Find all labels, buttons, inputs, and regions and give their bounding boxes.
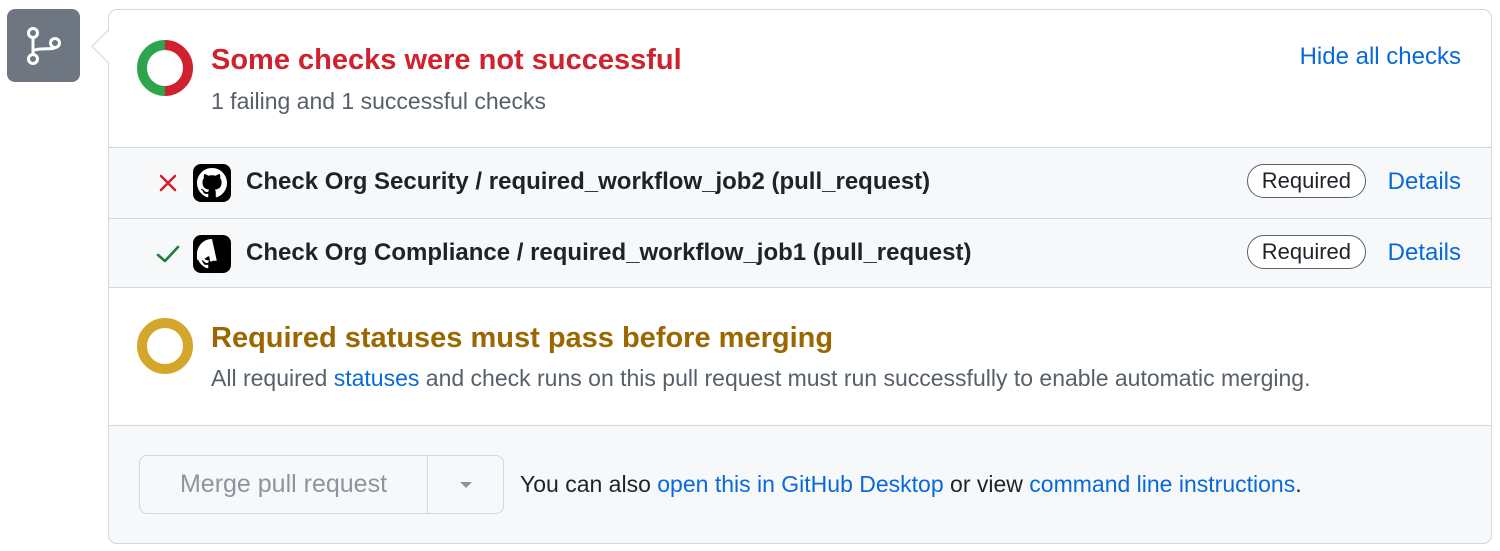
- required-statuses-title: Required statuses must pass before mergi…: [211, 322, 834, 354]
- merge-text-mid: or view: [943, 471, 1030, 497]
- github-logo-icon: [193, 164, 231, 202]
- required-statuses-description: All required statuses and check runs on …: [211, 365, 1310, 392]
- checks-status-donut-icon: [137, 40, 193, 96]
- pending-status-ring-icon: [137, 318, 193, 374]
- merge-text-end: .: [1295, 471, 1302, 497]
- statuses-link[interactable]: statuses: [334, 365, 420, 391]
- checks-subtitle: 1 failing and 1 successful checks: [211, 88, 546, 114]
- command-line-instructions-link[interactable]: command line instructions: [1029, 471, 1295, 497]
- github-logo-icon: [193, 235, 231, 273]
- git-merge-icon-box: [7, 9, 80, 82]
- details-link[interactable]: Details: [1388, 168, 1461, 196]
- desc-text-before: All required: [211, 365, 334, 391]
- hide-all-checks-link[interactable]: Hide all checks: [1300, 43, 1461, 71]
- required-badge: Required: [1246, 164, 1366, 198]
- check-icon: [155, 241, 181, 267]
- open-in-github-desktop-link[interactable]: open this in GitHub Desktop: [657, 471, 943, 497]
- merge-alternatives-text: You can also open this in GitHub Desktop…: [520, 471, 1302, 498]
- checks-list: Check Org Security / required_workflow_j…: [109, 147, 1491, 288]
- check-row: Check Org Compliance / required_workflow…: [109, 218, 1491, 289]
- merge-options-dropdown-button[interactable]: [428, 456, 503, 513]
- git-branch-icon: [26, 26, 61, 65]
- checks-summary: Some checks were not successful 1 failin…: [109, 10, 1491, 147]
- check-name: Check Org Compliance / required_workflow…: [246, 239, 972, 266]
- merge-text-before: You can also: [520, 471, 658, 497]
- merge-pull-request-button[interactable]: Merge pull request: [140, 456, 428, 513]
- x-icon: [155, 170, 181, 196]
- required-badge: Required: [1246, 235, 1366, 269]
- triangle-down-icon: [459, 481, 472, 488]
- check-name: Check Org Security / required_workflow_j…: [246, 168, 931, 195]
- merge-section: Merge pull request You can also open thi…: [109, 426, 1491, 543]
- merge-button-group: Merge pull request: [139, 455, 504, 514]
- checks-title: Some checks were not successful: [211, 44, 682, 76]
- desc-text-after: and check runs on this pull request must…: [419, 365, 1311, 391]
- required-statuses-section: Required statuses must pass before mergi…: [109, 288, 1491, 426]
- merge-box: Some checks were not successful 1 failin…: [108, 9, 1492, 544]
- check-row: Check Org Security / required_workflow_j…: [109, 148, 1491, 218]
- details-link[interactable]: Details: [1388, 239, 1461, 267]
